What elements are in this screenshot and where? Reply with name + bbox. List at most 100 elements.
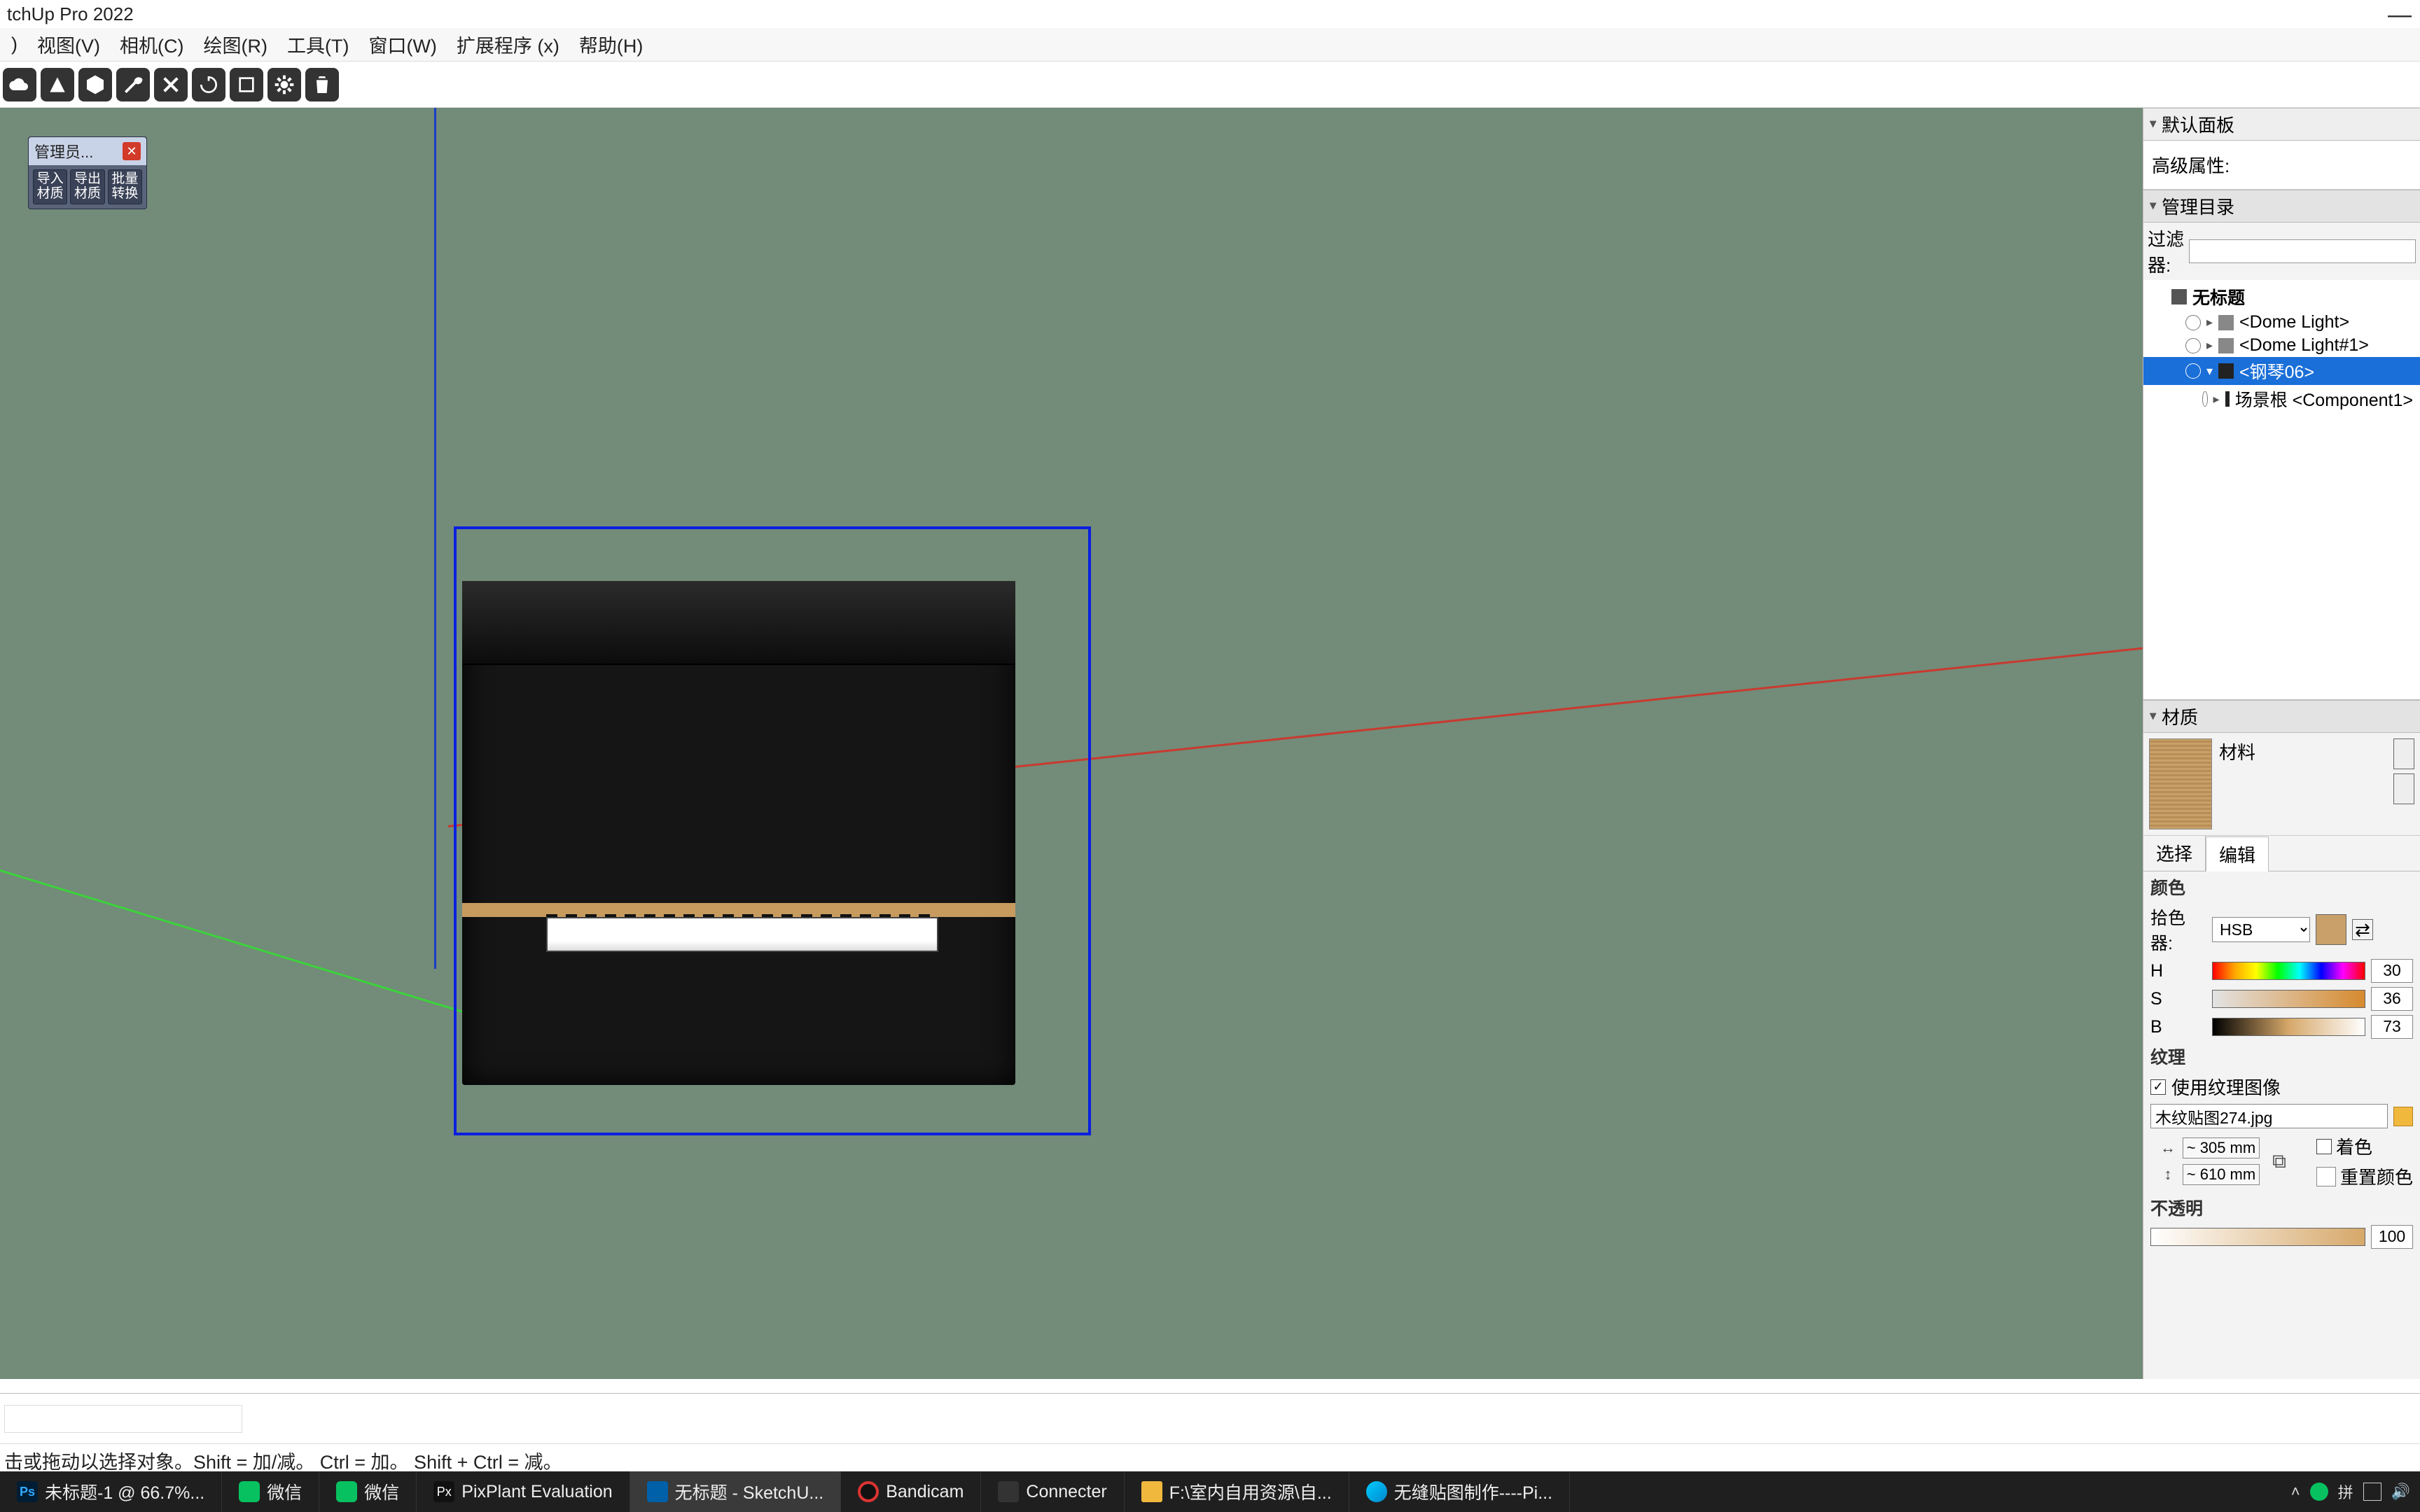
- component-icon: [2225, 391, 2230, 407]
- manager-import-button[interactable]: 导入材质: [33, 169, 67, 204]
- menu-draw[interactable]: 绘图(R): [196, 28, 274, 61]
- tool-square-icon[interactable]: [230, 68, 263, 102]
- hue-label: H: [2150, 961, 2206, 981]
- tool-trash-icon[interactable]: [305, 68, 339, 102]
- material-panel: 材料 选择 编辑 颜色 拾色器: HSB ⇄ H 30 S 36: [2143, 733, 2420, 1251]
- taskbar-wechat-2[interactable]: 微信: [319, 1471, 417, 1512]
- width-arrow-icon: ↔: [2159, 1139, 2177, 1157]
- taskbar: Ps未标题-1 @ 66.7%... 微信 微信 PxPixPlant Eval…: [0, 1471, 2420, 1512]
- hue-value[interactable]: 30: [2371, 959, 2413, 983]
- material-header[interactable]: 材质: [2143, 700, 2420, 733]
- taskbar-explorer[interactable]: F:\室内自用资源\自...: [1125, 1471, 1349, 1512]
- viewport-3d[interactable]: [0, 108, 2143, 1379]
- opacity-value[interactable]: 100: [2371, 1225, 2413, 1249]
- tab-select[interactable]: 选择: [2143, 836, 2206, 871]
- taskbar-connecter[interactable]: Connecter: [981, 1471, 1124, 1512]
- default-panel-header[interactable]: 默认面板: [2143, 108, 2420, 141]
- taskbar-pixplant[interactable]: PxPixPlant Evaluation: [417, 1471, 630, 1512]
- outliner-item-domelight1[interactable]: ▸ <Dome Light#1>: [2143, 334, 2420, 357]
- tool-wrench-icon[interactable]: [116, 68, 150, 102]
- collapse-icon[interactable]: ▾: [2206, 364, 2213, 379]
- expand-icon[interactable]: ▸: [2213, 392, 2220, 407]
- outliner-item-sceneroot[interactable]: ▸ 场景根 <Component1>: [2143, 385, 2420, 413]
- color-preview[interactable]: [2316, 914, 2346, 945]
- tray-ime-icon[interactable]: 拼: [2338, 1480, 2353, 1503]
- menu-help[interactable]: 帮助(H): [572, 28, 650, 61]
- outliner-tree[interactable]: 无标题 ▸ <Dome Light> ▸ <Dome Light#1> ▾ <钢…: [2143, 280, 2420, 700]
- sketchup-icon: [647, 1481, 668, 1502]
- tool-gear-icon[interactable]: [267, 68, 301, 102]
- taskbar-photoshop[interactable]: Ps未标题-1 @ 66.7%...: [0, 1471, 222, 1512]
- material-swatch[interactable]: [2149, 738, 2212, 830]
- status-bar: [0, 1393, 2420, 1443]
- manager-header[interactable]: 管理员... ✕: [29, 137, 146, 165]
- outliner-item-domelight[interactable]: ▸ <Dome Light>: [2143, 311, 2420, 334]
- reset-color-swatch[interactable]: [2316, 1167, 2336, 1186]
- manager-batch-button[interactable]: 批量转换: [108, 169, 142, 204]
- connecter-icon: [998, 1481, 1019, 1502]
- menu-view[interactable]: 视图(V): [30, 28, 107, 61]
- tray-volume-icon[interactable]: 🔊: [2391, 1483, 2410, 1501]
- menu-trunc[interactable]: ): [4, 31, 25, 58]
- bri-value[interactable]: 73: [2371, 1015, 2413, 1039]
- tray-chevron-icon[interactable]: ˄: [2291, 1483, 2300, 1501]
- minimize-icon[interactable]: —: [2388, 1, 2412, 29]
- opacity-slider[interactable]: [2150, 1228, 2365, 1246]
- outliner-root[interactable]: 无标题: [2143, 283, 2420, 311]
- menu-window[interactable]: 窗口(W): [361, 28, 443, 61]
- tray-keyboard-icon[interactable]: [2363, 1483, 2381, 1501]
- edge-icon: [1366, 1481, 1387, 1502]
- link-dims-icon[interactable]: ⧉: [2272, 1150, 2286, 1173]
- expand-icon[interactable]: ▸: [2206, 338, 2213, 353]
- manager-palette[interactable]: 管理员... ✕ 导入材质 导出材质 批量转换: [28, 136, 147, 209]
- hue-slider[interactable]: [2212, 962, 2365, 980]
- visibility-toggle-icon[interactable]: [2185, 315, 2201, 330]
- tool-cube-icon[interactable]: [78, 68, 112, 102]
- taskbar-bandicam[interactable]: Bandicam: [841, 1471, 981, 1512]
- browse-folder-icon[interactable]: [2393, 1107, 2413, 1126]
- texture-width[interactable]: ~ 305 mm: [2183, 1138, 2260, 1158]
- visibility-toggle-icon[interactable]: [2202, 391, 2208, 407]
- wechat-icon: [336, 1481, 357, 1502]
- eyedropper-icon[interactable]: [2393, 774, 2414, 804]
- taskbar-edge[interactable]: 无缝贴图制作----Pi...: [1349, 1471, 1570, 1512]
- texture-file-input[interactable]: [2150, 1104, 2388, 1128]
- bri-slider[interactable]: [2212, 1018, 2365, 1036]
- color-link-icon[interactable]: ⇄: [2352, 919, 2373, 940]
- eyedropper-add-icon[interactable]: [2393, 738, 2414, 769]
- title-bar: tchUp Pro 2022 —: [0, 0, 2420, 28]
- manager-export-button[interactable]: 导出材质: [70, 169, 104, 204]
- filter-input[interactable]: [2189, 239, 2416, 263]
- taskbar-wechat-1[interactable]: 微信: [222, 1471, 319, 1512]
- bandicam-icon: [858, 1481, 879, 1502]
- menu-ext[interactable]: 扩展程序 (x): [450, 28, 566, 61]
- tool-cross-icon[interactable]: [154, 68, 188, 102]
- colorize-checkbox[interactable]: [2316, 1139, 2332, 1154]
- folder-icon: [1141, 1481, 1162, 1502]
- system-tray[interactable]: ˄ 拼 🔊: [2281, 1480, 2420, 1503]
- hint-text: 击或拖动以选择对象。Shift = 加/减。 Ctrl = 加。 Shift +…: [4, 1452, 562, 1473]
- selection-box: [454, 526, 1091, 1135]
- sat-value[interactable]: 36: [2371, 987, 2413, 1011]
- menu-tool[interactable]: 工具(T): [280, 28, 356, 61]
- visibility-toggle-icon[interactable]: [2185, 363, 2201, 379]
- tool-material-a-icon[interactable]: [41, 68, 74, 102]
- texture-height[interactable]: ~ 610 mm: [2183, 1164, 2260, 1185]
- opacity-header: 不透明: [2143, 1192, 2420, 1223]
- tab-edit[interactable]: 编辑: [2206, 836, 2269, 872]
- expand-icon[interactable]: ▸: [2206, 315, 2213, 330]
- toolbar: [0, 62, 2420, 108]
- tool-cloud-icon[interactable]: [3, 68, 36, 102]
- picker-select[interactable]: HSB: [2212, 917, 2310, 942]
- manager-title: 管理员...: [34, 140, 93, 162]
- tray-wechat-icon[interactable]: [2310, 1483, 2328, 1501]
- outliner-header[interactable]: 管理目录: [2143, 190, 2420, 223]
- close-icon[interactable]: ✕: [123, 142, 141, 160]
- taskbar-sketchup[interactable]: 无标题 - SketchU...: [630, 1471, 842, 1512]
- visibility-toggle-icon[interactable]: [2185, 338, 2201, 354]
- menu-camera[interactable]: 相机(C): [113, 28, 190, 61]
- outliner-item-piano[interactable]: ▾ <钢琴06>: [2143, 357, 2420, 385]
- sat-slider[interactable]: [2212, 990, 2365, 1008]
- use-texture-checkbox[interactable]: ✓: [2150, 1079, 2166, 1095]
- tool-rotate-icon[interactable]: [192, 68, 225, 102]
